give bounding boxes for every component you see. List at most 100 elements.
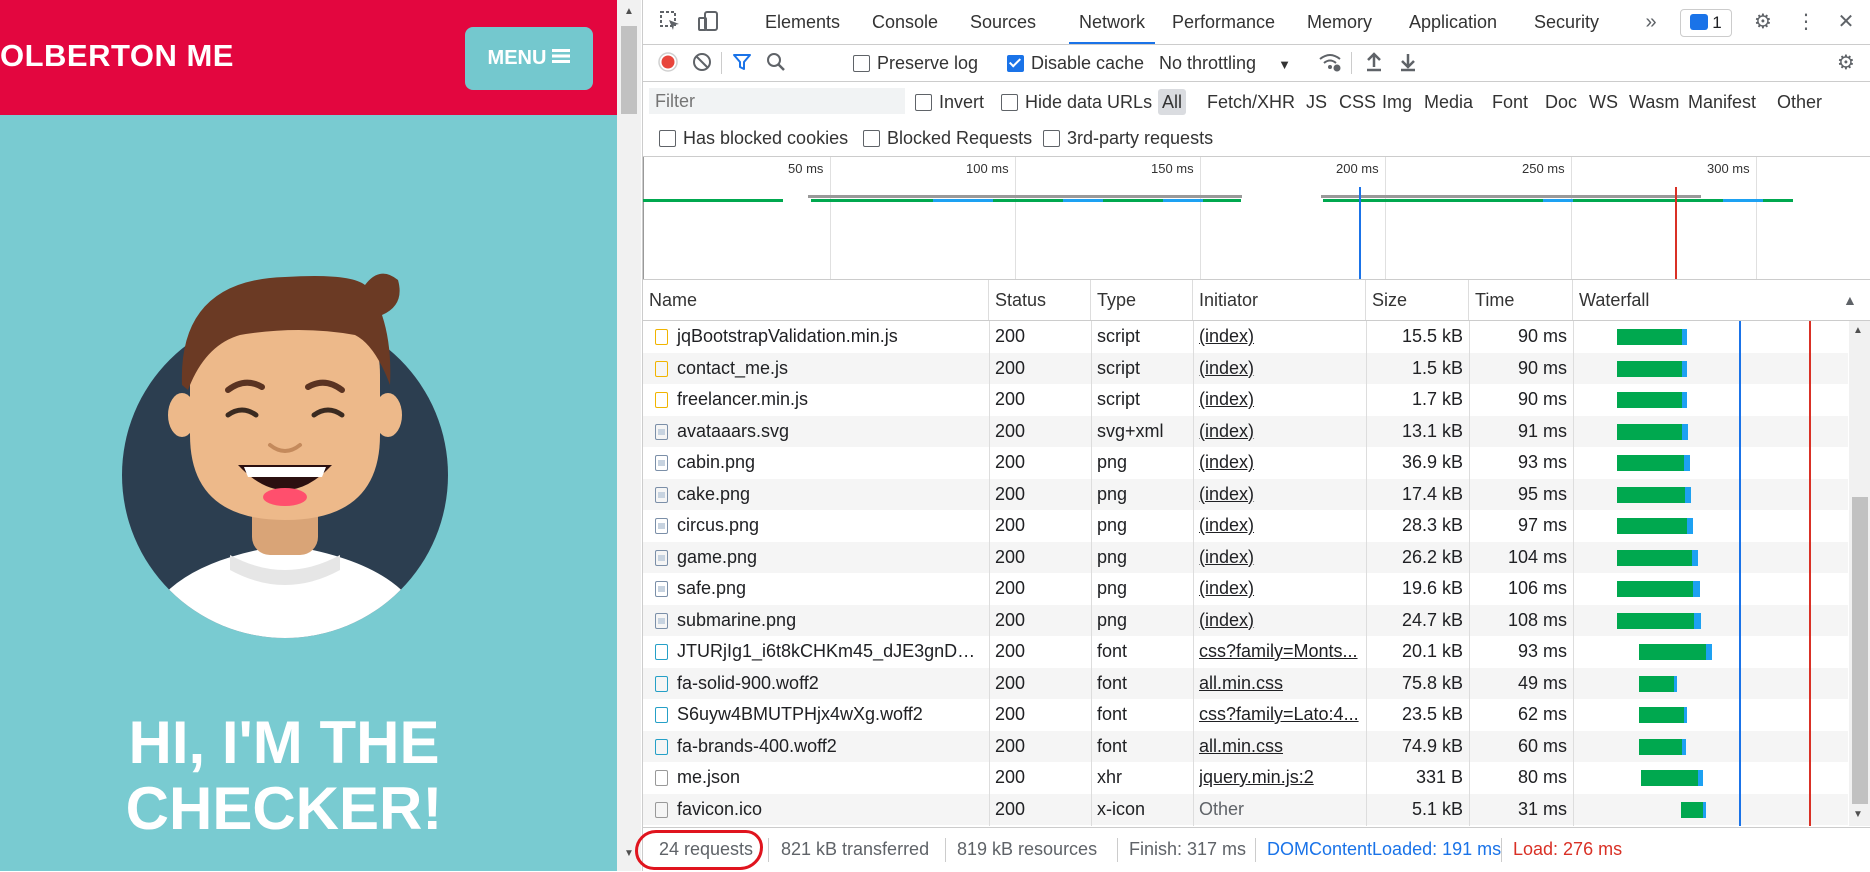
table-row[interactable]: S6uyw4BMUTPHjx4wXg.woff2 200 font css?famil… (643, 699, 1848, 731)
initiator-link[interactable]: (index) (1199, 515, 1254, 535)
third-party-box[interactable] (1043, 130, 1060, 147)
table-row[interactable]: JTURjIg1_i6t8kCHKm45_dJE3gnD_g.... 200 fon… (643, 636, 1848, 668)
export-har-icon[interactable] (1395, 51, 1421, 75)
device-toolbar-icon[interactable] (695, 10, 721, 34)
blocked-requests-box[interactable] (863, 130, 880, 147)
type-filter-img[interactable]: Img (1382, 89, 1412, 115)
request-name-cell[interactable]: me.json (655, 762, 985, 793)
column-waterfall[interactable]: Waterfall (1573, 280, 1870, 320)
table-row[interactable]: cake.png 200 png (index) 17.4 kB 95 ms (643, 478, 1848, 510)
initiator-link[interactable]: (index) (1199, 421, 1254, 441)
request-name-cell[interactable]: S6uyw4BMUTPHjx4wXg.woff2 (655, 699, 985, 730)
table-row[interactable]: jqBootstrapValidation.min.js 200 script (in… (643, 321, 1848, 353)
request-name-cell[interactable]: fa-brands-400.woff2 (655, 731, 985, 762)
request-name-cell[interactable]: fa-solid-900.woff2 (655, 668, 985, 699)
request-initiator[interactable]: jquery.min.js:2 (1199, 762, 1361, 793)
record-icon[interactable] (655, 51, 681, 75)
type-filter-js[interactable]: JS (1306, 89, 1327, 115)
preserve-log-checkbox[interactable]: Preserve log (853, 52, 978, 74)
table-row[interactable]: circus.png 200 png (index) 28.3 kB 97 ms (643, 510, 1848, 542)
request-name-cell[interactable]: cabin.png (655, 447, 985, 478)
blocked-cookies-box[interactable] (659, 130, 676, 147)
tab-security[interactable]: Security (1534, 0, 1599, 44)
request-name-cell[interactable]: jqBootstrapValidation.min.js (655, 321, 985, 352)
request-initiator[interactable]: (index) (1199, 353, 1361, 384)
settings-gear-icon[interactable]: ⚙ (1750, 10, 1776, 34)
request-initiator[interactable]: css?family=Monts... (1199, 636, 1361, 667)
disable-cache-checkbox[interactable]: Disable cache (1007, 52, 1144, 74)
type-filter-fetch-xhr[interactable]: Fetch/XHR (1207, 89, 1295, 115)
invert-box[interactable] (915, 94, 932, 111)
tab-network[interactable]: Network (1069, 0, 1156, 44)
column-time[interactable]: Time (1469, 280, 1573, 320)
sort-ascending-icon[interactable]: ▲ (1843, 292, 1857, 308)
initiator-link[interactable]: jquery.min.js:2 (1199, 767, 1314, 787)
page-scroll-thumb[interactable] (621, 26, 637, 114)
request-table-scroll-thumb[interactable] (1852, 497, 1868, 804)
initiator-link[interactable]: (index) (1199, 452, 1254, 472)
request-initiator[interactable]: (index) (1199, 447, 1361, 478)
initiator-link[interactable]: (index) (1199, 358, 1254, 378)
initiator-link[interactable]: (index) (1199, 326, 1254, 346)
type-filter-ws[interactable]: WS (1589, 89, 1618, 115)
tab-application[interactable]: Application (1409, 0, 1497, 44)
request-initiator[interactable]: (index) (1199, 605, 1361, 636)
request-initiator[interactable]: (index) (1199, 321, 1361, 352)
network-conditions-icon[interactable] (1317, 51, 1343, 75)
scroll-up-icon[interactable]: ▲ (617, 6, 641, 17)
hide-data-urls-box[interactable] (1001, 94, 1018, 111)
tab-sources[interactable]: Sources (970, 0, 1036, 44)
blocked-requests-checkbox[interactable]: Blocked Requests (863, 127, 1032, 149)
search-icon[interactable] (763, 51, 789, 75)
column-status[interactable]: Status (989, 280, 1091, 320)
site-brand[interactable]: OLBERTON ME (0, 38, 234, 74)
table-row[interactable]: submarine.png 200 png (index) 24.7 kB 108 ms (643, 604, 1848, 636)
table-row[interactable]: game.png 200 png (index) 26.2 kB 104 ms (643, 541, 1848, 573)
type-filter-other[interactable]: Other (1777, 89, 1822, 115)
table-row[interactable]: freelancer.min.js 200 script (index) 1.7 kB 9… (643, 384, 1848, 416)
menu-button[interactable]: MENU (465, 27, 593, 90)
table-row[interactable]: me.json 200 xhr jquery.min.js:2 331 B 80 ms (643, 762, 1848, 794)
request-table-scrollbar[interactable]: ▲ ▼ (1849, 321, 1870, 826)
type-filter-font[interactable]: Font (1492, 89, 1528, 115)
preserve-log-box[interactable] (853, 55, 870, 72)
request-name-cell[interactable]: freelancer.min.js (655, 384, 985, 415)
initiator-link[interactable]: (index) (1199, 484, 1254, 504)
third-party-checkbox[interactable]: 3rd-party requests (1043, 127, 1213, 149)
table-row[interactable]: contact_me.js 200 script (index) 1.5 kB 90 ms (643, 352, 1848, 384)
tab-elements[interactable]: Elements (765, 0, 840, 44)
tab-performance[interactable]: Performance (1172, 0, 1275, 44)
request-name-cell[interactable]: game.png (655, 542, 985, 573)
request-initiator[interactable]: Other (1199, 794, 1361, 825)
type-filter-manifest[interactable]: Manifest (1688, 89, 1756, 115)
initiator-link[interactable]: all.min.css (1199, 736, 1283, 756)
tab-memory[interactable]: Memory (1307, 0, 1372, 44)
initiator-link[interactable]: (index) (1199, 610, 1254, 630)
more-tabs-icon[interactable]: » (1638, 10, 1664, 34)
import-har-icon[interactable] (1361, 51, 1387, 75)
request-name-cell[interactable]: JTURjIg1_i6t8kCHKm45_dJE3gnD_g.... (655, 636, 985, 667)
filter-funnel-icon[interactable] (729, 51, 755, 75)
type-filter-media[interactable]: Media (1424, 89, 1473, 115)
kebab-menu-icon[interactable]: ⋮ (1793, 10, 1819, 34)
type-filter-all[interactable]: All (1158, 89, 1187, 115)
close-icon[interactable]: ✕ (1833, 10, 1859, 34)
request-initiator[interactable]: (index) (1199, 384, 1361, 415)
table-row[interactable]: avataaars.svg 200 svg+xml (index) 13.1 kB 91 … (643, 415, 1848, 447)
invert-checkbox[interactable]: Invert (915, 91, 984, 113)
type-filter-doc[interactable]: Doc (1545, 89, 1577, 115)
throttling-select[interactable]: No throttling ▼ (1159, 52, 1291, 76)
request-initiator[interactable]: all.min.css (1199, 731, 1361, 762)
initiator-link[interactable]: (index) (1199, 389, 1254, 409)
filter-input[interactable] (649, 88, 905, 114)
initiator-link[interactable]: css?family=Monts... (1199, 641, 1358, 661)
inspect-element-icon[interactable] (657, 10, 683, 34)
scroll-up-icon[interactable]: ▲ (1853, 325, 1863, 336)
clear-icon[interactable] (689, 51, 715, 75)
blocked-cookies-checkbox[interactable]: Has blocked cookies (659, 127, 848, 149)
initiator-link[interactable]: (index) (1199, 547, 1254, 567)
hide-data-urls-checkbox[interactable]: Hide data URLs (1001, 91, 1152, 113)
request-initiator[interactable]: (index) (1199, 542, 1361, 573)
column-size[interactable]: Size (1366, 280, 1469, 320)
tab-console[interactable]: Console (872, 0, 938, 44)
